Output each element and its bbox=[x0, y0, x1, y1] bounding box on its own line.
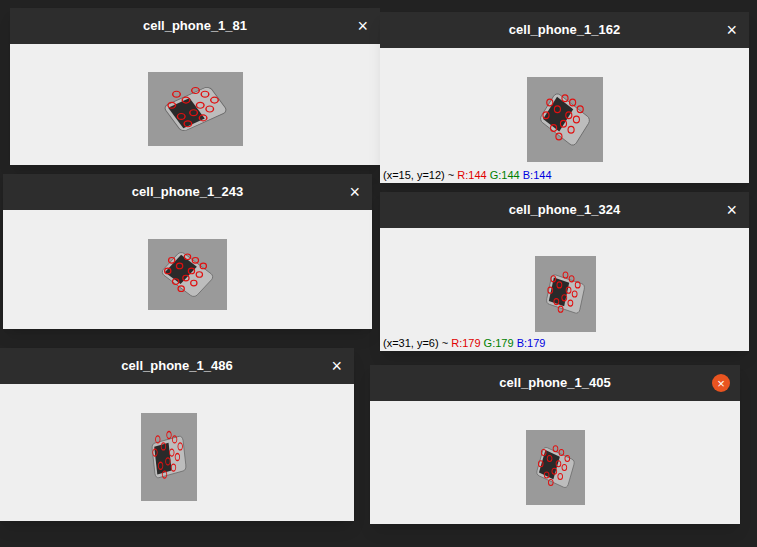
title-bar[interactable]: cell_phone_1_486 × bbox=[0, 348, 354, 384]
image bbox=[148, 239, 227, 310]
close-button[interactable]: × bbox=[726, 21, 737, 39]
image bbox=[148, 72, 243, 146]
image bbox=[527, 77, 603, 162]
window[interactable]: cell_phone_1_243 × bbox=[3, 174, 372, 329]
title-bar[interactable]: cell_phone_1_324 × bbox=[380, 192, 749, 228]
keypoints-icon bbox=[535, 256, 596, 332]
title-bar[interactable]: cell_phone_1_243 × bbox=[3, 174, 372, 210]
title-bar[interactable]: cell_phone_1_81 × bbox=[10, 8, 380, 44]
close-button[interactable]: × bbox=[726, 201, 737, 219]
title-bar[interactable]: cell_phone_1_405 × bbox=[370, 365, 740, 401]
keypoints-icon bbox=[527, 77, 603, 162]
image bbox=[526, 430, 585, 505]
title-bar[interactable]: cell_phone_1_162 × bbox=[380, 12, 749, 48]
status-bar: (x=15, y=12) ~ R:144 G:144 B:144 bbox=[380, 168, 749, 183]
window-title: cell_phone_1_324 bbox=[509, 200, 620, 220]
close-button[interactable]: × bbox=[357, 17, 368, 35]
window-title: cell_phone_1_162 bbox=[509, 20, 620, 40]
keypoints-icon bbox=[526, 430, 585, 505]
window-content: (x=31, y=6) ~ R:179 G:179 B:179 bbox=[380, 228, 749, 351]
window[interactable]: cell_phone_1_405 × bbox=[370, 365, 740, 524]
window-title: cell_phone_1_486 bbox=[121, 356, 232, 376]
close-button[interactable]: × bbox=[331, 357, 342, 375]
window-content bbox=[10, 44, 380, 165]
keypoints-icon bbox=[141, 413, 197, 501]
window-content bbox=[0, 384, 354, 521]
close-button[interactable]: × bbox=[712, 374, 730, 392]
window-content: (x=15, y=12) ~ R:144 G:144 B:144 bbox=[380, 48, 749, 183]
window-content bbox=[3, 210, 372, 329]
keypoints-icon bbox=[148, 72, 243, 146]
desktop: cell_phone_1_81 × cell_phone_1_162 × (x=15, … bbox=[0, 0, 757, 547]
image bbox=[141, 413, 197, 501]
window[interactable]: cell_phone_1_162 × (x=15, y=12) ~ R:144 G:… bbox=[380, 12, 749, 183]
status-bar: (x=31, y=6) ~ R:179 G:179 B:179 bbox=[380, 336, 749, 351]
window-content bbox=[370, 401, 740, 524]
window[interactable]: cell_phone_1_324 × (x=31, y=6) ~ R:179 G:1… bbox=[380, 192, 749, 351]
image bbox=[535, 256, 596, 332]
keypoints-icon bbox=[148, 239, 227, 310]
window-title: cell_phone_1_405 bbox=[499, 373, 610, 393]
window-title: cell_phone_1_243 bbox=[132, 182, 243, 202]
window[interactable]: cell_phone_1_81 × bbox=[10, 8, 380, 165]
window-title: cell_phone_1_81 bbox=[143, 16, 247, 36]
close-button[interactable]: × bbox=[349, 183, 360, 201]
window[interactable]: cell_phone_1_486 × bbox=[0, 348, 354, 521]
